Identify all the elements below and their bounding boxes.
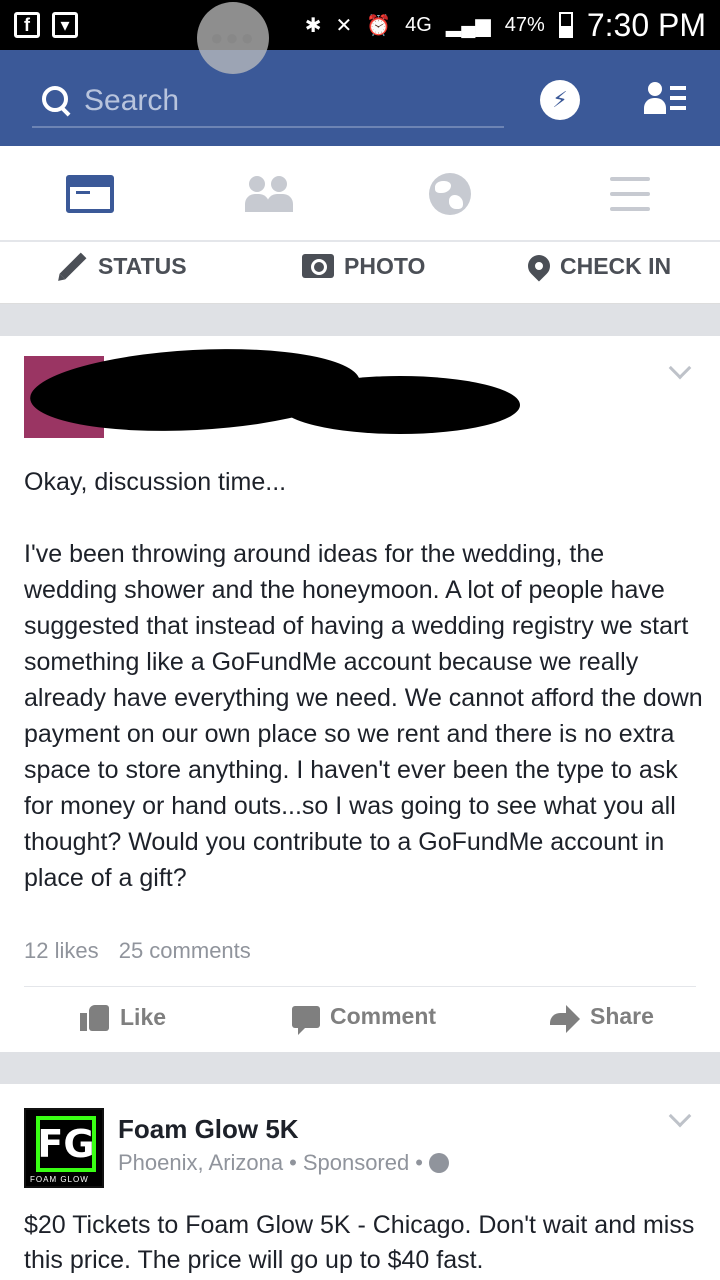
tab-news-feed[interactable] [0, 146, 180, 242]
share-arrow-icon [550, 1004, 580, 1033]
check-in-button[interactable]: CHECK IN [523, 242, 672, 290]
location-pin-icon [523, 250, 555, 282]
sponsored-label: Sponsored [302, 1150, 410, 1175]
likes-count[interactable]: 12 likes [24, 938, 99, 963]
ad-text: $20 Tickets to Foam Glow 5K - Chicago. D… [24, 1211, 695, 1274]
app-header: ⚡ [0, 50, 720, 146]
comment-button[interactable]: Comment [292, 1003, 437, 1035]
separator-dot-2: • [415, 1150, 423, 1175]
status-button[interactable]: STATUS [58, 242, 187, 290]
ad-location: Phoenix, Arizona [118, 1150, 284, 1175]
share-label: Share [590, 1003, 654, 1029]
tab-notifications[interactable] [360, 146, 540, 242]
separator-dot: • [289, 1150, 297, 1175]
tab-bar [0, 146, 720, 242]
network-type: 4G [405, 13, 432, 36]
thumbs-up-icon [80, 1003, 110, 1031]
friend-requests-icon [245, 176, 295, 212]
search-input[interactable] [84, 84, 484, 118]
tab-more[interactable] [540, 146, 720, 242]
alarm-icon: ⏰ [366, 14, 392, 37]
post-stats: 12 likes 25 comments [24, 938, 265, 964]
ad-meta: Phoenix, Arizona • Sponsored • [118, 1150, 449, 1176]
menu-icon [610, 177, 650, 211]
foam-glow-logo[interactable]: FG FOAM GLOW [24, 1108, 104, 1188]
globe-icon [429, 173, 471, 215]
advertiser-name[interactable]: Foam Glow 5K [118, 1114, 299, 1145]
redacted-author-extra [280, 376, 520, 434]
post-options-chevron-icon[interactable] [668, 356, 692, 380]
search-icon [38, 82, 76, 120]
facebook-notification-icon: f [14, 12, 40, 38]
pencil-icon [59, 252, 87, 280]
like-button[interactable]: Like [80, 1003, 166, 1031]
chat-head-bubble[interactable]: ●●● [197, 2, 269, 74]
comments-count[interactable]: 25 comments [119, 938, 251, 963]
comment-label: Comment [330, 1003, 437, 1029]
friend-list-icon[interactable] [644, 80, 686, 120]
battery-icon [558, 12, 573, 38]
tab-friend-requests[interactable] [180, 146, 360, 242]
comment-icon [292, 1005, 320, 1035]
status-label: STATUS [98, 252, 187, 279]
sponsored-post: FG FOAM GLOW Foam Glow 5K Phoenix, Arizo… [0, 1084, 720, 1280]
like-label: Like [120, 1003, 167, 1030]
photo-label: PHOTO [344, 252, 426, 279]
download-notification-icon: ▾ [52, 12, 78, 38]
battery-percent: 47% [504, 13, 545, 36]
mute-icon: ✕ [335, 14, 353, 37]
ad-options-chevron-icon[interactable] [668, 1104, 692, 1128]
search-bar[interactable] [32, 76, 504, 128]
feed-post: Okay, discussion time... I've been throw… [0, 336, 720, 1052]
photo-button[interactable]: PHOTO [302, 242, 425, 290]
messenger-icon[interactable]: ⚡ [540, 80, 580, 120]
bluetooth-icon: ✱ [304, 14, 322, 37]
public-globe-icon [428, 1153, 449, 1173]
post-actions: Like Comment Share [24, 986, 696, 1052]
share-button[interactable]: Share [550, 1003, 654, 1033]
post-composer: STATUS PHOTO CHECK IN [0, 242, 720, 304]
signal-icon: ▂▄▆ [445, 14, 491, 37]
news-feed-icon [66, 175, 114, 213]
post-intro: Okay, discussion time... [24, 468, 287, 496]
camera-icon [302, 254, 334, 278]
post-body: I've been throwing around ideas for the … [24, 540, 703, 892]
status-bar: f ▾ ✱ ✕ ⏰ 4G ▂▄▆ 47% 7:30 PM [0, 0, 720, 50]
check-in-label: CHECK IN [560, 252, 672, 279]
clock: 7:30 PM [586, 6, 706, 43]
